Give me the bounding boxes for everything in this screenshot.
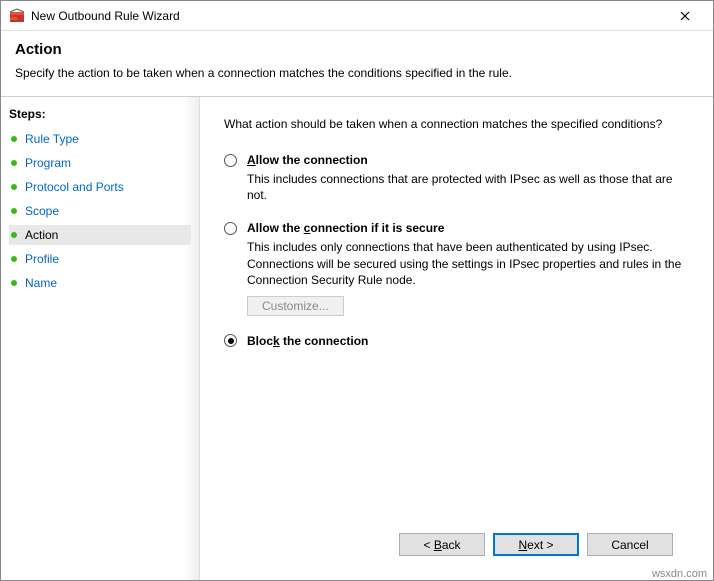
step-action[interactable]: Action (9, 225, 191, 245)
step-label: Action (25, 228, 58, 242)
steps-heading: Steps: (9, 107, 191, 121)
cancel-button[interactable]: Cancel (587, 533, 673, 556)
option-label: Block the connection (247, 334, 368, 348)
option-row: Allow the connection if it is secure (224, 221, 689, 235)
bullet-icon (11, 208, 17, 214)
step-label: Program (25, 156, 71, 170)
bullet-icon (11, 136, 17, 142)
step-label: Protocol and Ports (25, 180, 124, 194)
radio-block[interactable] (224, 334, 237, 347)
header: Action Specify the action to be taken wh… (1, 31, 713, 96)
option-allow-secure: Allow the connection if it is secure Thi… (224, 221, 689, 316)
bullet-icon (11, 280, 17, 286)
steps-sidebar: Steps: Rule Type Program Protocol and Po… (1, 97, 200, 580)
window-title: New Outbound Rule Wizard (31, 9, 665, 23)
footer: < Back Next > Cancel (224, 521, 689, 568)
option-block: Block the connection (224, 334, 689, 348)
option-description: This includes connections that are prote… (247, 171, 689, 203)
back-button[interactable]: < Back (399, 533, 485, 556)
step-rule-type[interactable]: Rule Type (9, 129, 191, 149)
step-label: Scope (25, 204, 59, 218)
option-label: Allow the connection (247, 153, 368, 167)
step-label: Rule Type (25, 132, 79, 146)
step-label: Name (25, 276, 57, 290)
question-text: What action should be taken when a conne… (224, 117, 689, 131)
bullet-icon (11, 160, 17, 166)
main-panel: What action should be taken when a conne… (200, 97, 713, 580)
page-title: Action (15, 41, 699, 58)
step-protocol-ports[interactable]: Protocol and Ports (9, 177, 191, 197)
radio-allow-secure[interactable] (224, 222, 237, 235)
spacer (224, 366, 689, 521)
next-button[interactable]: Next > (493, 533, 579, 556)
wizard-window: New Outbound Rule Wizard Action Specify … (0, 0, 714, 581)
option-row: Allow the connection (224, 153, 689, 167)
close-button[interactable] (665, 2, 705, 30)
watermark: wsxdn.com (652, 568, 707, 580)
step-scope[interactable]: Scope (9, 201, 191, 221)
customize-button: Customize... (247, 296, 344, 316)
titlebar: New Outbound Rule Wizard (1, 1, 713, 31)
radio-allow[interactable] (224, 154, 237, 167)
firewall-icon (9, 8, 25, 24)
step-label: Profile (25, 252, 59, 266)
step-profile[interactable]: Profile (9, 249, 191, 269)
option-label: Allow the connection if it is secure (247, 221, 444, 235)
step-name[interactable]: Name (9, 273, 191, 293)
page-description: Specify the action to be taken when a co… (15, 66, 699, 80)
option-allow: Allow the connection This includes conne… (224, 153, 689, 203)
bullet-icon (11, 256, 17, 262)
option-description: This includes only connections that have… (247, 239, 689, 288)
option-row: Block the connection (224, 334, 689, 348)
bullet-icon (11, 232, 17, 238)
step-program[interactable]: Program (9, 153, 191, 173)
bullet-icon (11, 184, 17, 190)
body: Steps: Rule Type Program Protocol and Po… (1, 96, 713, 580)
